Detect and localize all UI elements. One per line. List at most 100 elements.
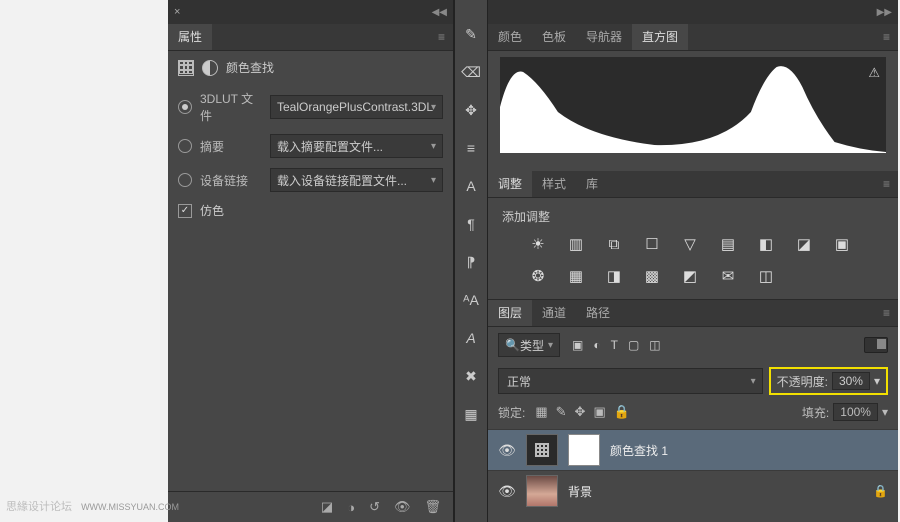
panel-menu-icon[interactable]: ≡ xyxy=(875,30,898,44)
select-abstract-value: 载入摘要配置文件... xyxy=(277,138,383,155)
lock-row: 锁定: ▦ ✎ ✥ ▣ 🔒 填充: 100% ▾ xyxy=(488,399,898,425)
label-dither: 仿色 xyxy=(200,202,224,219)
exposure-icon[interactable]: ☐ xyxy=(642,235,662,253)
select-abstract[interactable]: 载入摘要配置文件... ▾ xyxy=(270,134,443,158)
collapse-icon[interactable]: ▶▶ xyxy=(877,7,892,18)
checkbox-dither[interactable] xyxy=(178,204,192,218)
lock-move-icon[interactable]: ✥ xyxy=(575,404,586,420)
chevron-down-icon: ▾ xyxy=(882,405,888,419)
label-abstract: 摘要 xyxy=(200,138,262,155)
hue-icon[interactable]: ▤ xyxy=(718,235,738,253)
close-icon[interactable]: × xyxy=(174,6,180,18)
opacity-label: 不透明度: xyxy=(777,373,828,390)
blend-mode-value: 正常 xyxy=(507,373,531,390)
layer-row[interactable]: 👁 背景 🔒 xyxy=(488,470,898,511)
radio-abstract[interactable] xyxy=(178,139,192,153)
tab-navigator[interactable]: 导航器 xyxy=(576,24,632,50)
opacity-value[interactable]: 30% xyxy=(832,372,870,390)
warning-icon[interactable]: ⚠ xyxy=(868,65,880,81)
watermark-sub: WWW.MISSYUAN.COM xyxy=(81,502,179,512)
invert-icon[interactable]: ◨ xyxy=(604,267,624,285)
tab-adjustments[interactable]: 调整 xyxy=(488,171,532,197)
tab-histogram[interactable]: 直方图 xyxy=(632,24,688,50)
select-3dlut[interactable]: TealOrangePlusContrast.3DL ▾ xyxy=(270,95,443,119)
trash-icon[interactable]: 🗑 xyxy=(424,499,441,515)
filter-type-label: 类型 xyxy=(520,337,544,354)
label-devlink: 设备链接 xyxy=(200,172,262,189)
layers-filter-row: 🔍类型▾ ▣ ◐ T ▢ ◫ xyxy=(488,327,898,363)
filter-adjust-icon[interactable]: ◐ xyxy=(593,338,600,352)
text-icon[interactable]: A xyxy=(461,176,481,196)
bw-icon[interactable]: ◧ xyxy=(756,235,776,253)
lock-position-icon[interactable]: ✎ xyxy=(556,404,567,420)
tab-libraries[interactable]: 库 xyxy=(576,171,608,197)
tab-swatches[interactable]: 色板 xyxy=(532,24,576,50)
layers-tabs: 图层 通道 路径 ≡ xyxy=(488,300,898,327)
vibrance-icon[interactable]: ▽ xyxy=(680,235,700,253)
ruler-icon[interactable]: ≡ xyxy=(461,138,481,158)
view-prev-icon[interactable]: ◑ xyxy=(347,500,355,515)
panel-menu-icon[interactable]: ≡ xyxy=(875,177,898,191)
lock-pixels-icon[interactable]: ▦ xyxy=(535,404,547,420)
channel-mixer-icon[interactable]: ▣ xyxy=(832,235,852,253)
more-icon[interactable]: ◫ xyxy=(756,267,776,285)
visibility-icon[interactable]: 👁 xyxy=(394,499,411,515)
adjustments-title: 添加调整 xyxy=(502,208,884,225)
filter-toggle[interactable] xyxy=(864,337,888,353)
lock-artboard-icon[interactable]: ▣ xyxy=(593,404,605,420)
radio-devlink[interactable] xyxy=(178,173,192,187)
lock-all-icon[interactable]: 🔒 xyxy=(614,404,630,420)
layer-name[interactable]: 颜色查找 1 xyxy=(610,442,668,459)
glyph-icon[interactable]: ⁋ xyxy=(461,252,481,272)
reset-icon[interactable]: ↺ xyxy=(369,499,380,515)
panel-titlebar: × ◀◀ xyxy=(168,0,453,24)
brightness-icon[interactable]: ☀ xyxy=(528,235,548,253)
char-style-icon[interactable]: ᴬA xyxy=(461,290,481,310)
tab-color[interactable]: 颜色 xyxy=(488,24,532,50)
gradient-map-icon[interactable]: ◩ xyxy=(680,267,700,285)
brush-icon[interactable]: ✎ xyxy=(461,24,481,44)
select-devlink[interactable]: 载入设备链接配置文件... ▾ xyxy=(270,168,443,192)
cancel-icon[interactable]: ✖ xyxy=(461,366,481,386)
layer-name[interactable]: 背景 xyxy=(568,483,592,500)
photo-filter-icon[interactable]: ◪ xyxy=(794,235,814,253)
properties-tabs: 属性 ≡ xyxy=(168,24,453,51)
selective-color-icon[interactable]: ✉ xyxy=(718,267,738,285)
paragraph-icon[interactable]: ¶ xyxy=(461,214,481,234)
filter-smart-icon[interactable]: ◫ xyxy=(649,338,660,352)
threshold-icon[interactable]: ▩ xyxy=(642,267,662,285)
levels-icon[interactable]: ▥ xyxy=(566,235,586,253)
radio-3dlut[interactable] xyxy=(178,100,192,114)
visibility-icon[interactable]: 👁 xyxy=(498,483,516,500)
panel-menu-icon[interactable]: ≡ xyxy=(430,30,453,44)
image-icon[interactable]: ▦ xyxy=(461,404,481,424)
tab-paths[interactable]: 路径 xyxy=(576,300,620,326)
eraser-icon[interactable]: ⌫ xyxy=(461,62,481,82)
posterize-icon[interactable]: ▦ xyxy=(566,267,586,285)
layer-row[interactable]: 👁 颜色查找 1 xyxy=(488,429,898,470)
layer-mask-thumb[interactable] xyxy=(568,434,600,466)
filter-pixel-icon[interactable]: ▣ xyxy=(572,338,583,352)
fill-value[interactable]: 100% xyxy=(833,403,878,421)
font-icon[interactable]: A xyxy=(461,328,481,348)
tab-layers[interactable]: 图层 xyxy=(488,300,532,326)
adjustments-panel: 添加调整 ☀ ▥ ⧉ ☐ ▽ ▤ ◧ ◪ ▣ ❂ ▦ ◨ ▩ ◩ ✉ ◫ xyxy=(488,198,898,300)
color-lookup-icon[interactable]: ❂ xyxy=(528,267,548,285)
blend-mode-select[interactable]: 正常 ▾ xyxy=(498,368,763,394)
clip-icon[interactable]: ◪ xyxy=(321,499,333,515)
tab-styles[interactable]: 样式 xyxy=(532,171,576,197)
opacity-control[interactable]: 不透明度: 30% ▾ xyxy=(769,367,888,395)
filter-type-select[interactable]: 🔍类型▾ xyxy=(498,333,560,357)
tab-properties[interactable]: 属性 xyxy=(168,24,212,50)
collapse-icon[interactable]: ◀◀ xyxy=(432,7,447,18)
panel-title-text: 颜色查找 xyxy=(226,59,274,76)
panel-menu-icon[interactable]: ≡ xyxy=(875,306,898,320)
tab-channels[interactable]: 通道 xyxy=(532,300,576,326)
filter-shape-icon[interactable]: ▢ xyxy=(628,338,639,352)
curves-icon[interactable]: ⧉ xyxy=(604,235,624,253)
chevron-down-icon: ▾ xyxy=(431,102,436,113)
visibility-icon[interactable]: 👁 xyxy=(498,442,516,459)
stamp-icon[interactable]: ✥ xyxy=(461,100,481,120)
filter-text-icon[interactable]: T xyxy=(611,338,618,352)
fill-label: 填充: xyxy=(802,404,829,421)
